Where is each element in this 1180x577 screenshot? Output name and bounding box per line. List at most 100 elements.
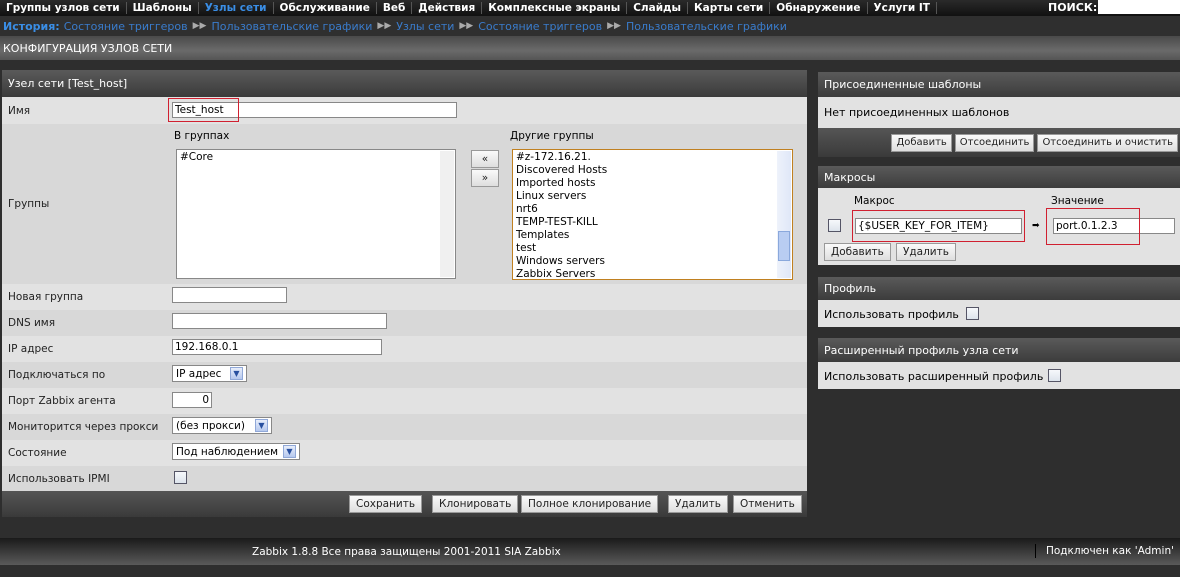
- proxy-label: Мониторится через прокси: [8, 421, 159, 433]
- breadcrumb-link[interactable]: Пользовательские графики: [211, 20, 372, 33]
- breadcrumb-separator-icon: ▶▶: [607, 21, 621, 31]
- arrow-right-icon: ➡: [1032, 221, 1040, 231]
- unlink-template-button[interactable]: Отсоединить: [954, 133, 1035, 152]
- ipmi-row: Использовать IPMI: [2, 466, 807, 491]
- nav-slides[interactable]: Слайды: [627, 2, 689, 14]
- new-group-row: Новая группа: [2, 284, 807, 310]
- list-item[interactable]: Imported hosts: [516, 177, 789, 190]
- unlink-clear-template-button[interactable]: Отсоединить и очистить: [1037, 133, 1178, 152]
- groups-label: Группы: [8, 198, 50, 210]
- breadcrumb-link[interactable]: Состояние триггеров: [478, 20, 602, 33]
- list-item[interactable]: TEMP-TEST-KILL: [516, 216, 789, 229]
- status-label: Состояние: [8, 447, 67, 459]
- list-item[interactable]: #Core: [180, 151, 452, 164]
- nav-maintenance[interactable]: Обслуживание: [274, 2, 377, 14]
- ipmi-checkbox[interactable]: [174, 471, 187, 484]
- proxy-value: (без прокси): [176, 419, 245, 432]
- list-item[interactable]: Zabbix Servers: [516, 268, 789, 281]
- use-ext-profile-checkbox[interactable]: [1048, 369, 1061, 382]
- nav-maps[interactable]: Карты сети: [688, 2, 771, 14]
- in-groups-label: В группах: [174, 130, 230, 142]
- scrollbar[interactable]: [440, 151, 454, 277]
- chevron-down-icon: ▼: [283, 445, 296, 458]
- new-group-input[interactable]: [172, 287, 287, 303]
- nav-templates[interactable]: Шаблоны: [127, 2, 199, 14]
- breadcrumb: История: Состояние триггеров ▶▶ Пользоват…: [0, 16, 1180, 36]
- use-ext-profile-label: Использовать расширенный профиль: [824, 370, 1044, 383]
- add-template-button[interactable]: Добавить: [891, 133, 952, 152]
- templates-button-bar: Добавить Отсоединить Отсоединить и очист…: [818, 128, 1180, 157]
- status-select[interactable]: Под наблюдением ▼: [172, 443, 300, 460]
- connect-select[interactable]: IP адрес ▼: [172, 365, 247, 382]
- move-left-button[interactable]: «: [471, 150, 499, 168]
- list-item[interactable]: test: [516, 242, 789, 255]
- use-profile-label: Использовать профиль: [824, 308, 959, 321]
- nav-host-groups[interactable]: Группы узлов сети: [0, 2, 127, 14]
- scrollbar-thumb[interactable]: [778, 231, 790, 261]
- list-item[interactable]: Discovered Hosts: [516, 164, 789, 177]
- footer-divider: [1034, 544, 1036, 558]
- full-clone-button[interactable]: Полное клонирование: [521, 495, 659, 513]
- chevron-down-icon: ▼: [255, 419, 268, 432]
- templates-panel: Присоединенные шаблоны Нет присоединенны…: [818, 72, 1180, 157]
- page-title: КОНФИГУРАЦИЯ УЗЛОВ СЕТИ: [0, 36, 1180, 60]
- search-input[interactable]: [1098, 0, 1180, 14]
- profile-body: Использовать профиль: [818, 300, 1180, 327]
- nav-actions[interactable]: Действия: [412, 2, 483, 14]
- top-navigation: Группы узлов сети Шаблоны Узлы сети Обсл…: [0, 0, 1180, 16]
- port-label: Порт Zabbix агента: [8, 395, 116, 407]
- port-row: Порт Zabbix агента: [2, 388, 807, 414]
- breadcrumb-link[interactable]: Пользовательские графики: [626, 20, 787, 33]
- dns-row: DNS имя: [2, 310, 807, 336]
- other-groups-list[interactable]: #z-172.16.21. Discovered Hosts Imported …: [512, 149, 793, 280]
- macros-title: Макросы: [818, 166, 1180, 188]
- footer-right: Подключен как 'Admin': [1034, 544, 1174, 558]
- save-button[interactable]: Сохранить: [349, 495, 423, 513]
- breadcrumb-link[interactable]: Узлы сети: [396, 20, 454, 33]
- highlight-box: [852, 210, 1025, 242]
- breadcrumb-separator-icon: ▶▶: [377, 21, 392, 31]
- list-item[interactable]: Windows servers: [516, 255, 789, 268]
- in-groups-list[interactable]: #Core: [176, 149, 456, 279]
- remove-macro-button[interactable]: Удалить: [896, 243, 956, 261]
- list-item[interactable]: #z-172.16.21.: [516, 151, 789, 164]
- templates-empty: Нет присоединенных шаблонов: [818, 97, 1180, 128]
- macro-column-header: Макрос: [854, 195, 895, 207]
- port-input[interactable]: [172, 392, 212, 408]
- macro-checkbox[interactable]: [828, 219, 841, 232]
- list-item[interactable]: Templates: [516, 229, 789, 242]
- nav-web[interactable]: Веб: [377, 2, 413, 14]
- nav-discovery[interactable]: Обнаружение: [770, 2, 868, 14]
- host-form-title: Узел сети [Test_host]: [2, 70, 807, 96]
- profile-panel: Профиль Использовать профиль: [818, 277, 1180, 327]
- delete-button[interactable]: Удалить: [668, 495, 728, 513]
- nav-it-services[interactable]: Услуги IT: [868, 2, 937, 14]
- name-label: Имя: [8, 104, 31, 117]
- status-value: Под наблюдением: [176, 445, 279, 458]
- list-item[interactable]: nrt6: [516, 203, 789, 216]
- add-macro-button[interactable]: Добавить: [824, 243, 891, 261]
- ip-row: IP адрес: [2, 336, 807, 362]
- macros-panel: Макросы Макрос Значение ➡ Добавить Удали…: [818, 166, 1180, 265]
- breadcrumb-separator-icon: ▶▶: [459, 21, 474, 31]
- form-button-bar: Сохранить Клонировать Полное клонировани…: [2, 491, 807, 517]
- proxy-row: Мониторится через прокси (без прокси) ▼: [2, 414, 807, 440]
- dns-input[interactable]: [172, 313, 387, 329]
- scrollbar[interactable]: [777, 151, 791, 278]
- ext-profile-body: Использовать расширенный профиль: [818, 362, 1180, 389]
- nav-screens[interactable]: Комплексные экраны: [482, 2, 628, 14]
- use-profile-checkbox[interactable]: [966, 307, 979, 320]
- macros-body: Макрос Значение ➡ Добавить Удалить: [818, 188, 1180, 265]
- move-right-button[interactable]: »: [471, 169, 499, 187]
- cancel-button[interactable]: Отменить: [733, 495, 802, 513]
- ip-input[interactable]: [172, 339, 382, 355]
- proxy-select[interactable]: (без прокси) ▼: [172, 417, 272, 434]
- breadcrumb-separator-icon: ▶▶: [192, 21, 207, 31]
- clone-button[interactable]: Клонировать: [432, 495, 519, 513]
- footer: Zabbix 1.8.8 Все права защищены 2001-201…: [0, 538, 1180, 565]
- connect-value: IP адрес: [176, 367, 222, 380]
- list-item[interactable]: Linux servers: [516, 190, 789, 203]
- breadcrumb-link[interactable]: Состояние триггеров: [64, 20, 188, 33]
- nav-hosts[interactable]: Узлы сети: [199, 2, 274, 14]
- profile-title: Профиль: [818, 277, 1180, 300]
